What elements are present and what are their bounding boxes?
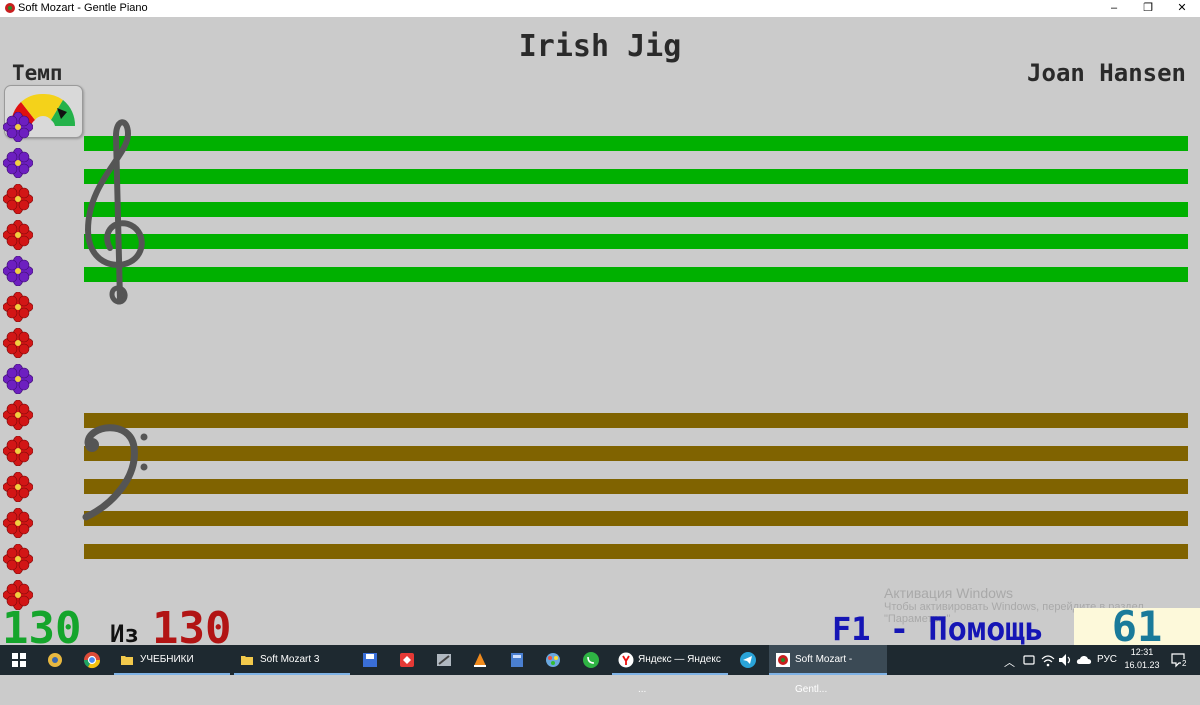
taskbar-item-label: Яндекс — Яндекс ...: [638, 654, 721, 695]
chrome-icon[interactable]: [83, 651, 101, 669]
flower-icon: [3, 148, 33, 178]
composer-name: Joan Hansen: [1027, 59, 1186, 87]
flower-icon: [3, 508, 33, 538]
notification-count: 2: [1181, 659, 1188, 668]
flower-icon: [3, 184, 33, 214]
folder-icon: [121, 656, 133, 665]
song-title: Irish Jig: [518, 29, 682, 64]
treble-staff-line: [84, 234, 1188, 249]
treble-staff-line: [84, 136, 1188, 151]
windows-start-icon[interactable]: [10, 651, 28, 669]
taskbar-item-label: Soft Mozart - Gentl...: [795, 654, 853, 695]
help-hint[interactable]: F1 - Помощь: [832, 610, 1044, 648]
vlc-icon[interactable]: [471, 651, 489, 669]
flower-icon: [3, 364, 33, 394]
language-indicator[interactable]: РУС: [1097, 645, 1117, 675]
explorer-app-icon[interactable]: [46, 651, 64, 669]
whatsapp-icon[interactable]: [582, 651, 600, 669]
music-area: Irish Jig Joan Hansen Темп Активация Win…: [0, 17, 1200, 645]
treble-staff-line: [84, 169, 1188, 184]
bass-clef-icon: [82, 424, 148, 521]
activation-heading: Активация Windows: [884, 585, 1014, 601]
taskbar-item-soft-mozart-gentle[interactable]: Soft Mozart - Gentl...: [769, 645, 887, 695]
bass-staff-line: [84, 479, 1188, 494]
telegram-icon[interactable]: [739, 651, 757, 669]
close-button[interactable]: ✕: [1164, 0, 1200, 17]
clock-time: 12:31: [1130, 647, 1154, 657]
bass-staff-line: [84, 413, 1188, 428]
treble-clef-icon: [84, 119, 145, 305]
flower-icon: [3, 472, 33, 502]
bass-staff-line: [84, 544, 1188, 559]
points-value: 61: [1111, 602, 1163, 651]
bass-staff-line: [84, 446, 1188, 461]
taskbar-item-uchebniki[interactable]: УЧЕБНИКИ: [114, 645, 230, 675]
flower-icon: [3, 544, 33, 574]
treble-staff-line: [84, 267, 1188, 282]
save-app-icon[interactable]: [361, 651, 379, 669]
taskbar-item-soft-mozart-3[interactable]: Soft Mozart 3: [234, 645, 350, 675]
soft-mozart-app-icon: [5, 3, 15, 13]
notification-center-button[interactable]: 2: [1168, 645, 1194, 675]
meet-now-icon[interactable]: [1022, 651, 1036, 669]
flower-icon: [3, 400, 33, 430]
of-label: Из: [110, 620, 139, 648]
window-titlebar: Soft Mozart - Gentle Piano – ❐ ✕: [0, 0, 1200, 17]
calculator-icon[interactable]: [508, 651, 526, 669]
flower-icon: [3, 220, 33, 250]
paint-icon[interactable]: [544, 651, 562, 669]
tempo-label: Темп: [12, 61, 63, 85]
soft-mozart-icon: [776, 653, 790, 667]
taskbar-item-yandex[interactable]: Яндекс — Яндекс ...: [612, 645, 728, 695]
taskbar: УЧЕБНИКИ Soft Mozart 3 Яндекс — Яндекс .…: [0, 645, 1200, 695]
clock[interactable]: 12:31 16.01.23: [1122, 645, 1162, 675]
graphics-tool-icon[interactable]: [435, 651, 453, 669]
wifi-icon[interactable]: [1041, 651, 1055, 669]
points-box: 61: [1074, 602, 1200, 651]
restore-button[interactable]: ❐: [1130, 0, 1166, 17]
bass-staff-line: [84, 511, 1188, 526]
flower-icon: [3, 436, 33, 466]
taskbar-item-label: Soft Mozart 3: [260, 654, 320, 665]
flower-icon: [3, 256, 33, 286]
window-title: Soft Mozart - Gentle Piano: [18, 2, 148, 14]
folder-icon: [241, 656, 253, 665]
anydesk-icon[interactable]: [398, 651, 416, 669]
volume-icon[interactable]: [1058, 651, 1072, 669]
taskbar-item-label: УЧЕБНИКИ: [140, 654, 194, 665]
yandex-icon: [618, 652, 634, 668]
treble-staff-line: [84, 202, 1188, 217]
minimize-button[interactable]: –: [1096, 0, 1132, 17]
flower-icon: [3, 112, 33, 142]
onedrive-icon[interactable]: [1076, 651, 1092, 669]
clock-date: 16.01.23: [1124, 660, 1160, 670]
flower-icon: [3, 292, 33, 322]
flower-icon: [3, 328, 33, 358]
tray-expand-icon[interactable]: ︿: [1004, 654, 1015, 684]
